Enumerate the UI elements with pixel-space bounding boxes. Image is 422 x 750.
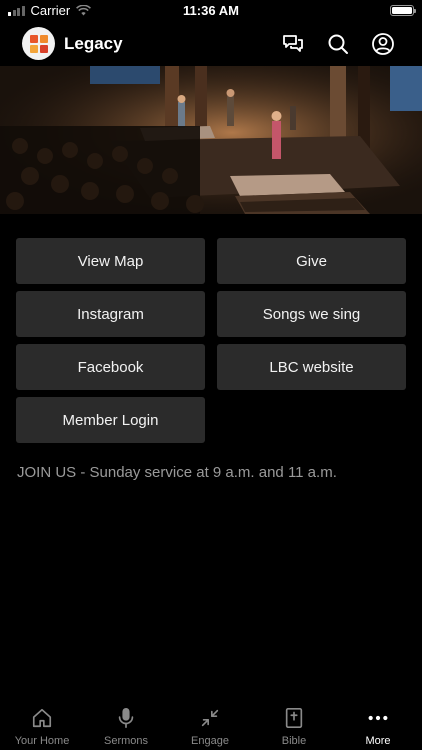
logo-mark-icon — [29, 34, 48, 53]
search-icon[interactable] — [325, 31, 351, 57]
tab-engage[interactable]: Engage — [168, 700, 252, 750]
view-map-button[interactable]: View Map — [16, 238, 205, 284]
profile-icon[interactable] — [370, 31, 396, 57]
church-stage-illustration — [0, 66, 422, 214]
tab-more[interactable]: More — [336, 700, 420, 750]
tab-your-home[interactable]: Your Home — [0, 700, 84, 750]
give-button[interactable]: Give — [217, 238, 406, 284]
collapse-arrows-icon — [198, 706, 222, 730]
songs-we-sing-button[interactable]: Songs we sing — [217, 291, 406, 337]
more-dots-icon — [366, 706, 390, 730]
status-time: 11:36 AM — [183, 3, 239, 18]
instagram-button[interactable]: Instagram — [16, 291, 205, 337]
tab-label: More — [365, 735, 391, 747]
tab-bar: Your Home Sermons Engage Bible More — [0, 700, 422, 750]
facebook-button[interactable]: Facebook — [16, 344, 205, 390]
tab-label: Your Home — [14, 735, 70, 747]
status-bar: Carrier 11:36 AM — [0, 0, 422, 22]
battery-icon — [390, 5, 416, 16]
hero-image — [0, 66, 422, 214]
home-icon — [30, 706, 54, 730]
tab-label: Engage — [191, 735, 229, 747]
app-logo — [22, 27, 55, 60]
app-title: Legacy — [64, 34, 123, 53]
bible-icon — [282, 706, 306, 730]
tab-label: Sermons — [103, 735, 149, 747]
lbc-website-button[interactable]: LBC website — [217, 344, 406, 390]
member-login-button[interactable]: Member Login — [16, 397, 205, 443]
announcement-text: JOIN US - Sunday service at 9 a.m. and 1… — [17, 464, 337, 481]
tab-bible[interactable]: Bible — [252, 700, 336, 750]
app-header: Legacy — [0, 22, 422, 66]
microphone-icon — [114, 706, 138, 730]
tab-label: Bible — [281, 735, 307, 747]
chat-icon[interactable] — [280, 31, 306, 57]
tab-sermons[interactable]: Sermons — [84, 700, 168, 750]
